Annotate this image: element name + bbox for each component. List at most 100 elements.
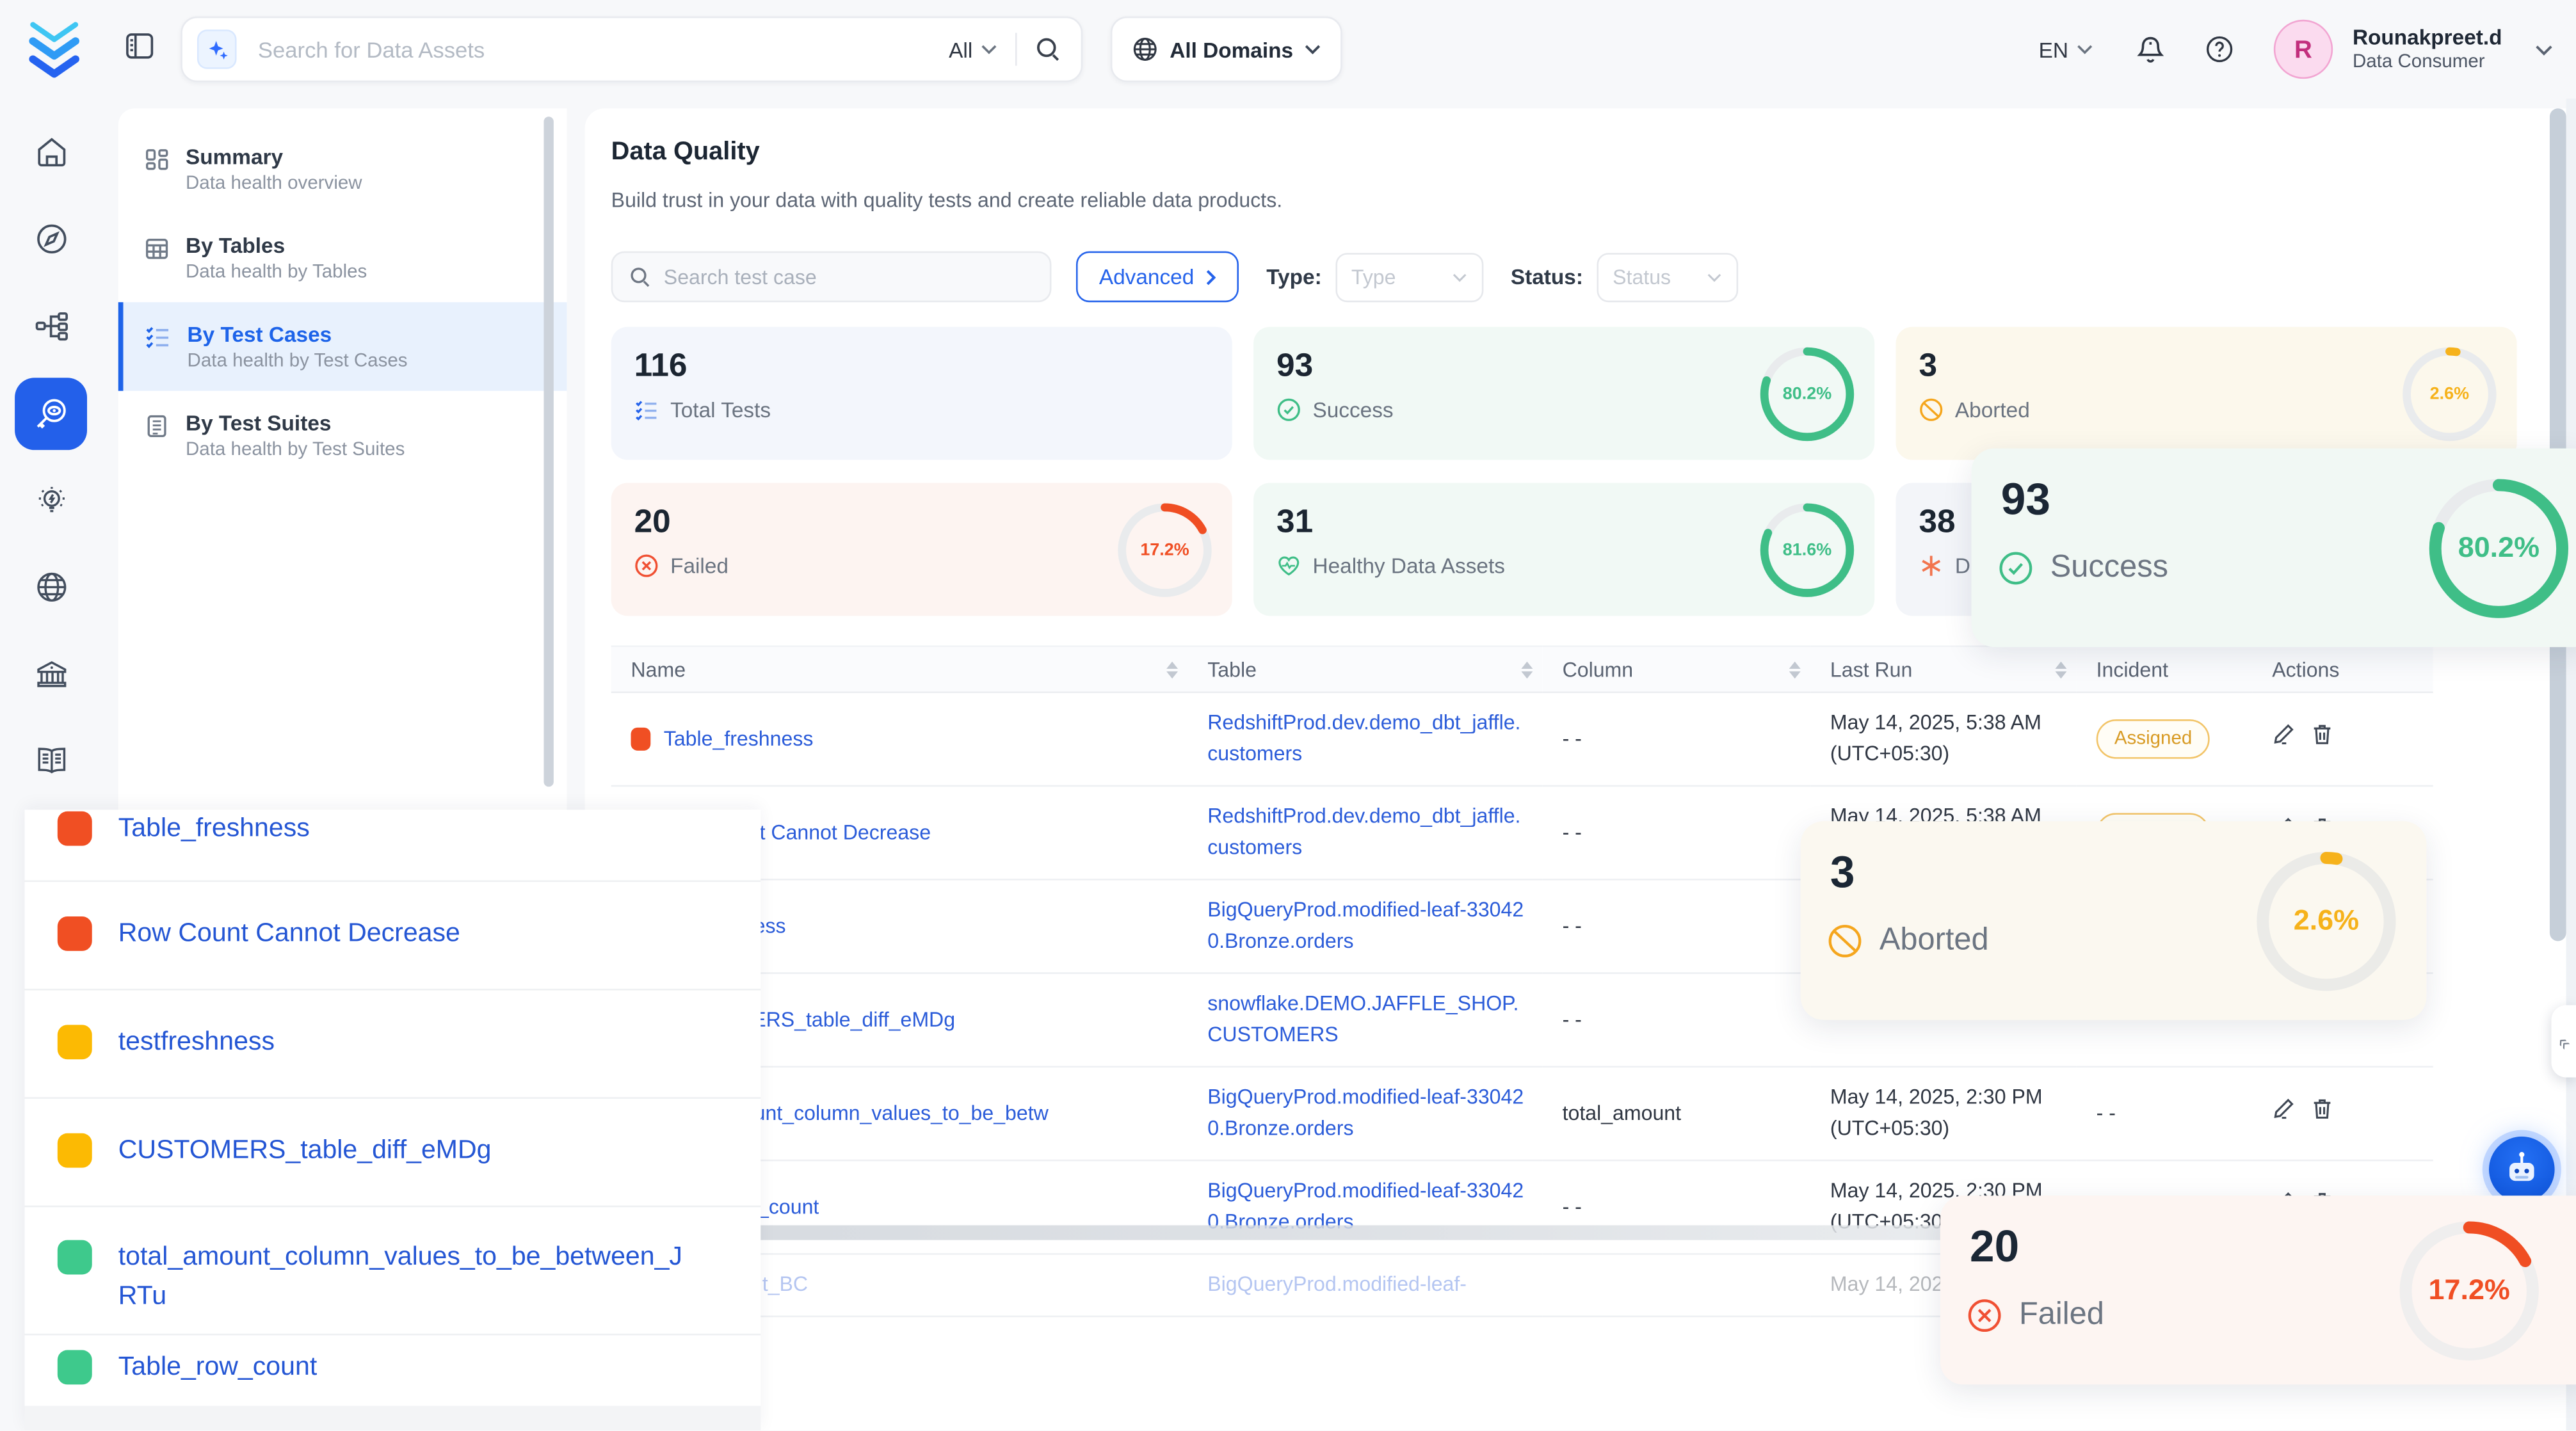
advanced-filter-button[interactable]: Advanced	[1076, 252, 1239, 303]
globe-icon	[1132, 36, 1158, 62]
table-horizontal-scrollbar[interactable]	[611, 1225, 1984, 1240]
test-case-link[interactable]: t_BC	[762, 1270, 808, 1301]
app-window: Search for Data Assets All All Domains E…	[0, 0, 2576, 1431]
table-link[interactable]: RedshiftProd.dev.demo_dbt_jaffle.custome…	[1207, 711, 1520, 765]
status-marker	[58, 811, 92, 846]
checklist-icon	[145, 325, 171, 371]
sidebar-item-by-test-suites[interactable]: By Test Suites Data health by Test Suite…	[118, 391, 567, 480]
column-header-name[interactable]: Name	[611, 646, 1188, 692]
sidebar-toggle-icon[interactable]	[125, 30, 154, 68]
table-link[interactable]: BigQueryProd.modified-leaf-330420.Bronze…	[1207, 899, 1524, 953]
nav-glossary-book-icon[interactable]	[15, 725, 87, 797]
list-footer-strip	[24, 1407, 761, 1431]
column-header-column[interactable]: Column	[1543, 646, 1810, 692]
notifications-bell-icon[interactable]	[2136, 34, 2165, 65]
chevron-down-icon	[981, 44, 997, 54]
list-item[interactable]: total_amount_column_values_to_be_between…	[24, 1238, 761, 1317]
table-link[interactable]: RedshiftProd.dev.demo_dbt_jaffle.custome…	[1207, 805, 1520, 859]
nav-explore-compass-icon[interactable]	[15, 203, 87, 275]
chevron-down-icon	[1451, 272, 1466, 282]
incident-badge[interactable]: Assigned	[2097, 719, 2210, 759]
user-menu[interactable]: Rounakpreet.d Data Consumer	[2353, 24, 2502, 75]
sidebar-item-summary[interactable]: Summary Data health overview	[118, 108, 567, 213]
nav-home-icon[interactable]	[15, 116, 87, 188]
nav-lineage-icon[interactable]	[15, 290, 87, 362]
zoom-overlay-test-list: Table_freshness Row Count Cannot Decreas…	[24, 810, 761, 1431]
panel-scrollbar[interactable]	[543, 116, 553, 787]
table-header-row: Name Table Column Last Run Incident Acti…	[611, 646, 2433, 692]
datahub-logo-icon[interactable]	[26, 18, 82, 81]
nav-globe-icon[interactable]	[15, 551, 87, 623]
table-link[interactable]: BigQueryProd.modified-leaf-	[1207, 1273, 1467, 1296]
edit-icon[interactable]	[2272, 1097, 2295, 1120]
column-header-incident[interactable]: Incident	[2077, 646, 2253, 692]
nav-rail	[0, 108, 118, 804]
global-search[interactable]: Search for Data Assets All	[181, 17, 1083, 83]
failed-ring: 17.2%	[1114, 499, 1216, 600]
stat-card-healthy[interactable]: 31 Healthy Data Assets 81.6%	[1253, 483, 1874, 616]
chevron-down-icon[interactable]	[2535, 35, 2553, 64]
status-filter-label: Status:	[1511, 264, 1583, 289]
stat-card-aborted[interactable]: 3 Aborted 2.6%	[1896, 327, 2517, 460]
delete-icon[interactable]	[2312, 1097, 2333, 1120]
status-marker	[58, 1240, 92, 1275]
table-link[interactable]: BigQueryProd.modified-leaf-330420.Bronze…	[1207, 1085, 1524, 1140]
status-marker	[58, 916, 92, 951]
ai-sparkle-icon[interactable]	[197, 29, 237, 69]
table-row: total_amount_column_values_to_be_betw Bi…	[611, 1067, 2433, 1160]
sort-icon[interactable]	[1166, 660, 1178, 678]
nav-insights-bulb-icon[interactable]	[15, 464, 87, 536]
success-ring-large: 80.2%	[2423, 472, 2574, 623]
status-marker	[58, 1133, 92, 1168]
stat-card-failed[interactable]: 20 Failed 17.2%	[611, 483, 1232, 616]
sidebar-item-title: By Test Cases	[188, 322, 408, 346]
test-case-search-input[interactable]: Search test case	[611, 252, 1052, 303]
test-case-link[interactable]: Table_freshness	[664, 723, 814, 755]
page-subtitle: Build trust in your data with quality te…	[611, 189, 2576, 212]
stat-card-total-tests[interactable]: 116 Total Tests	[611, 327, 1232, 460]
x-circle-icon	[1967, 1297, 2002, 1333]
delete-icon[interactable]	[2312, 723, 2333, 746]
list-item[interactable]: CUSTOMERS_table_diff_eMDg	[24, 1131, 761, 1171]
zoom-overlay-failed: 20 Failed 17.2%	[1940, 1195, 2576, 1384]
type-filter-select[interactable]: Type	[1335, 252, 1483, 301]
edge-expand-handle[interactable]: «	[2552, 1005, 2576, 1078]
filter-bar: Search test case Advanced Type: Type Sta…	[611, 252, 2576, 303]
help-icon[interactable]	[2205, 35, 2234, 64]
table-link[interactable]: snowflake.DEMO.JAFFLE_SHOP.CUSTOMERS	[1207, 992, 1518, 1046]
status-marker	[58, 1350, 92, 1385]
search-scope-dropdown[interactable]: All	[949, 37, 997, 61]
aborted-ring: 2.6%	[2399, 342, 2500, 444]
search-icon[interactable]	[1035, 36, 1061, 62]
language-dropdown[interactable]: EN	[2039, 37, 2093, 61]
success-ring: 80.2%	[1756, 342, 1858, 444]
heart-pulse-icon	[1276, 554, 1301, 578]
sidebar-item-title: By Test Suites	[186, 411, 405, 435]
sort-icon[interactable]	[1789, 660, 1801, 678]
nav-data-quality-icon[interactable]	[15, 377, 87, 449]
list-item[interactable]: Table_row_count	[24, 1348, 761, 1388]
nav-governance-bank-icon[interactable]	[15, 638, 87, 710]
type-filter-label: Type:	[1266, 264, 1322, 289]
sidebar-item-by-test-cases[interactable]: By Test Cases Data health by Test Cases	[118, 302, 567, 391]
list-item[interactable]: testfreshness	[24, 1023, 761, 1063]
ai-assistant-button[interactable]	[2489, 1137, 2555, 1203]
domains-dropdown[interactable]: All Domains	[1111, 17, 1342, 83]
sidebar-item-by-tables[interactable]: By Tables Data health by Tables	[118, 214, 567, 303]
double-chevron-icon: «	[2553, 1030, 2575, 1052]
list-item[interactable]: Table_freshness	[24, 810, 761, 849]
edit-icon[interactable]	[2272, 723, 2295, 746]
avatar[interactable]: R	[2274, 20, 2333, 79]
stat-card-success[interactable]: 93 Success 80.2%	[1253, 327, 1874, 460]
status-filter-select[interactable]: Status	[1596, 252, 1737, 301]
table-icon	[145, 237, 169, 283]
search-input[interactable]: Search for Data Assets	[258, 37, 949, 61]
asterisk-icon	[1919, 554, 1943, 578]
aborted-ring-large: 2.6%	[2251, 845, 2402, 996]
column-header-last-run[interactable]: Last Run	[1810, 646, 2077, 692]
sort-icon[interactable]	[2055, 660, 2066, 678]
sort-icon[interactable]	[1521, 660, 1533, 678]
column-header-table[interactable]: Table	[1187, 646, 1542, 692]
list-item[interactable]: Row Count Cannot Decrease	[24, 915, 761, 954]
robot-icon	[2500, 1148, 2543, 1191]
